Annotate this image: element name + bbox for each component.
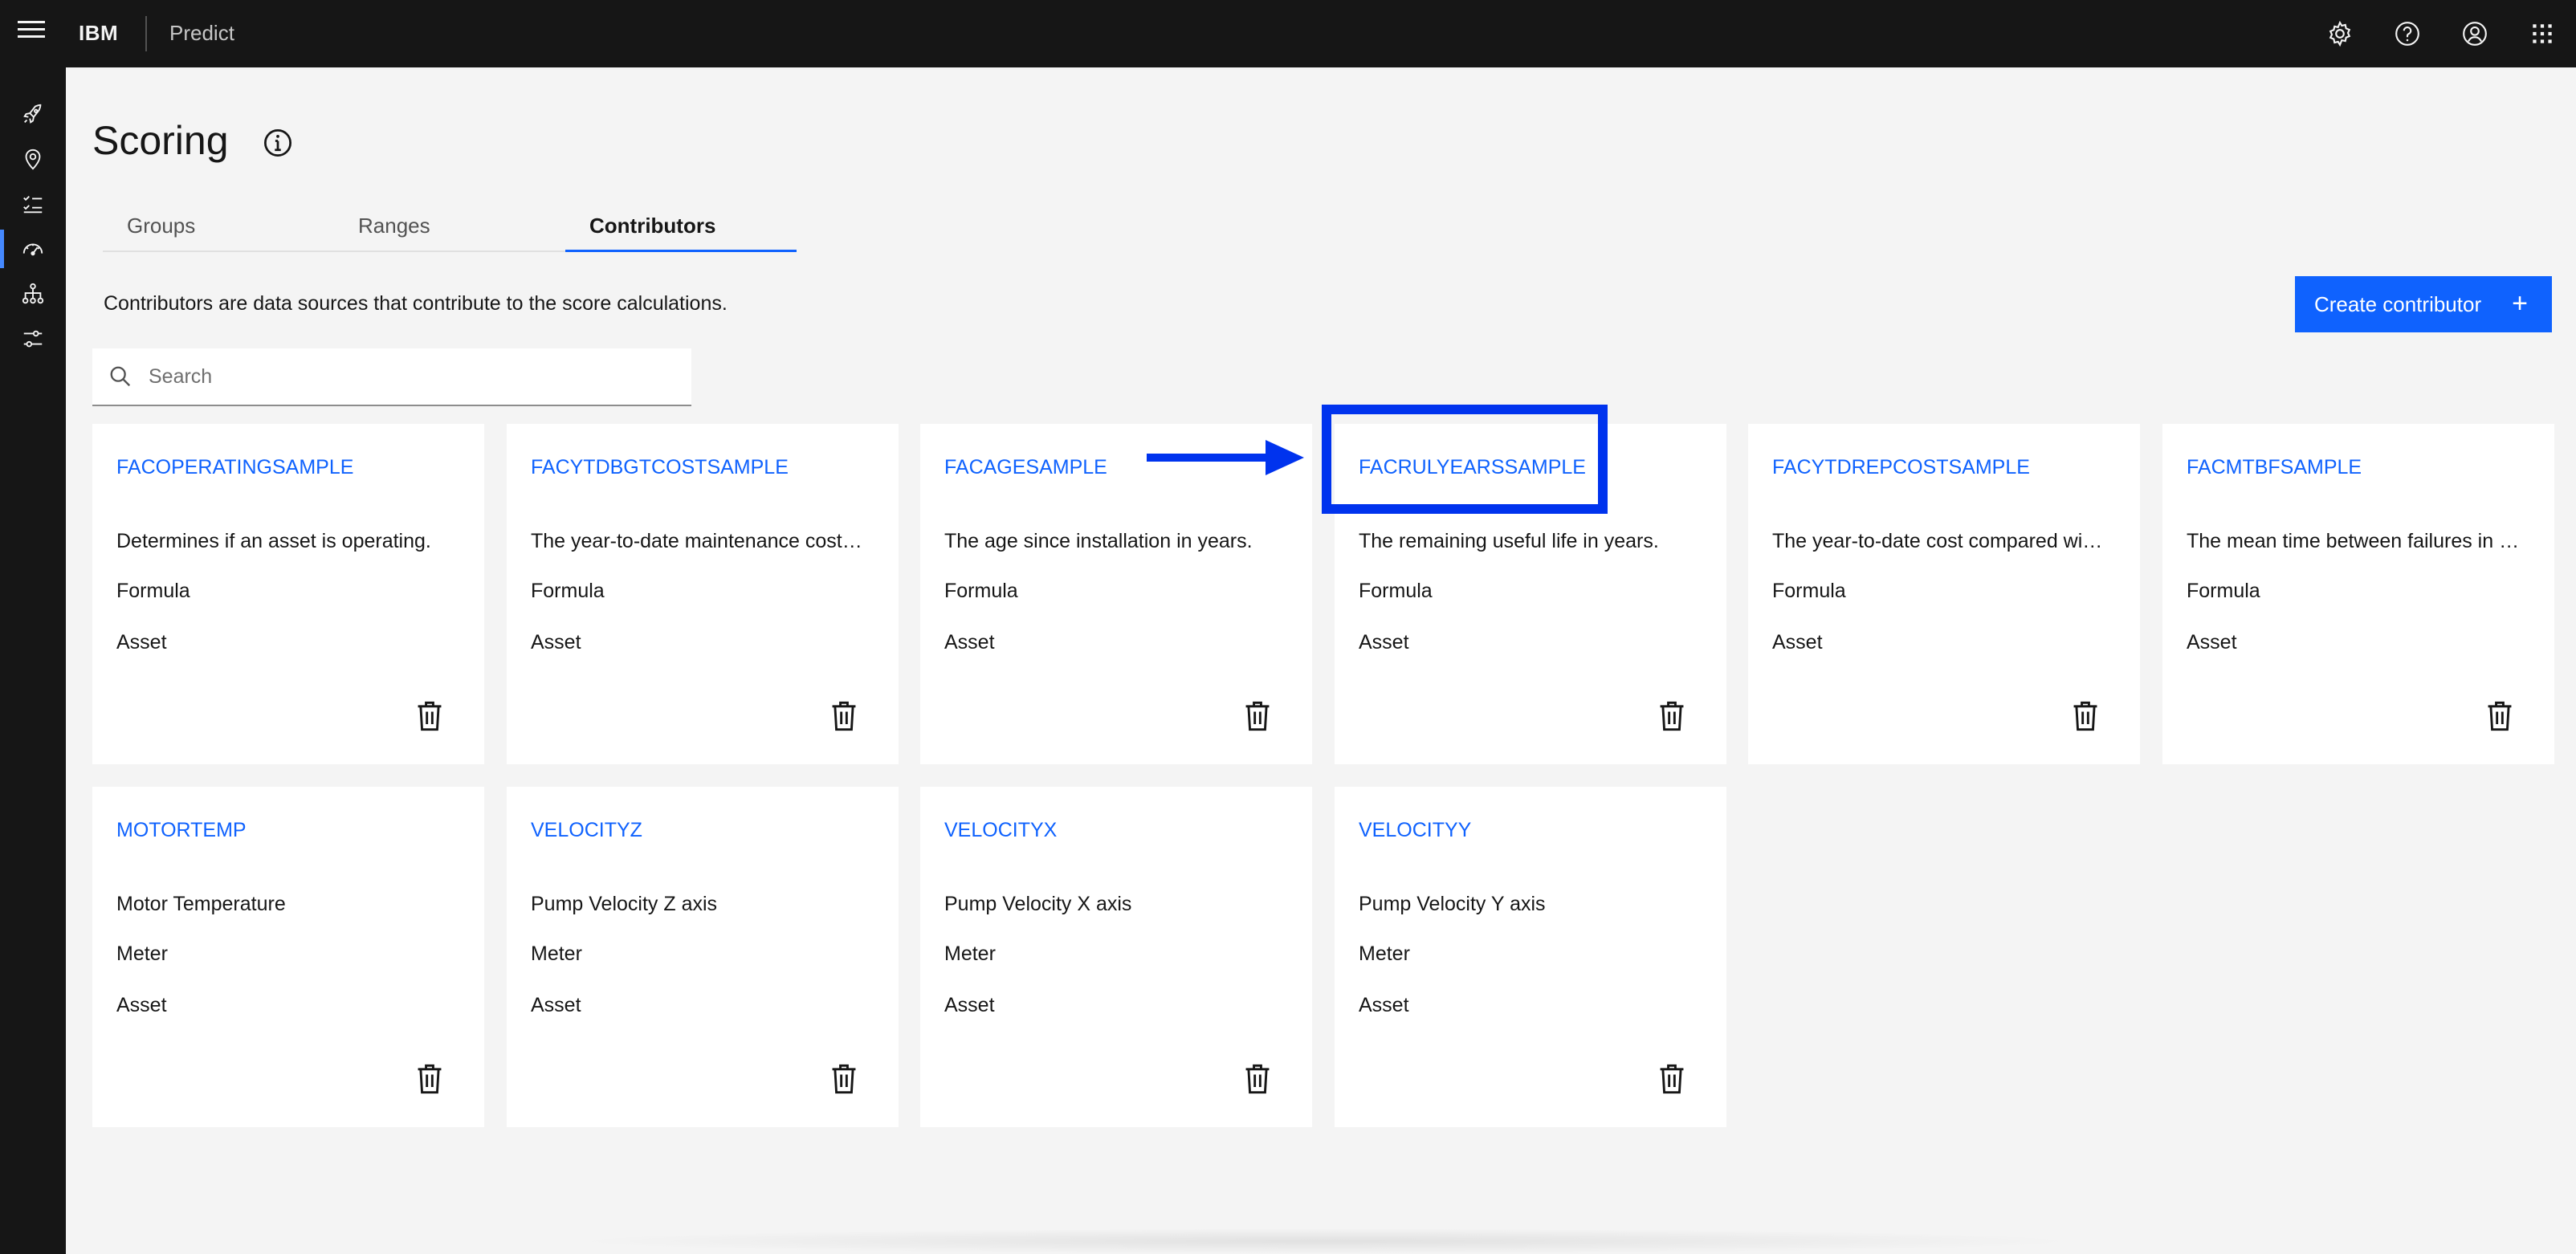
delete-icon[interactable] bbox=[1657, 1063, 1686, 1095]
card-description: The remaining useful life in years. bbox=[1359, 530, 1659, 552]
card-description: The year-to-date cost compared wi… bbox=[1772, 530, 2103, 552]
contributor-card[interactable]: VELOCITYY Pump Velocity Y axis Meter Asset bbox=[1335, 787, 1726, 1127]
delete-icon[interactable] bbox=[2485, 700, 2514, 732]
delete-icon[interactable] bbox=[415, 1063, 444, 1095]
side-navigation bbox=[0, 67, 66, 1254]
info-icon[interactable] bbox=[262, 127, 294, 159]
card-type: Formula bbox=[116, 580, 190, 602]
card-title[interactable]: MOTORTEMP bbox=[116, 819, 247, 842]
nav-hierarchy-icon[interactable] bbox=[0, 271, 66, 316]
tab-list: Groups Ranges Contributors bbox=[103, 207, 797, 252]
card-title[interactable]: FACOPERATINGSAMPLE bbox=[116, 456, 353, 479]
card-title[interactable]: FACYTDREPCOSTSAMPLE bbox=[1772, 456, 2030, 479]
create-contributor-label: Create contributor bbox=[2314, 291, 2482, 316]
nav-dashboard-gauge-icon[interactable] bbox=[0, 226, 66, 271]
card-description: The year-to-date maintenance cost… bbox=[531, 530, 862, 552]
app-switcher-icon[interactable] bbox=[2509, 0, 2576, 67]
annotation-arrow-icon bbox=[1147, 440, 1304, 475]
brand-name[interactable]: IBM bbox=[79, 21, 118, 46]
card-description: Determines if an asset is operating. bbox=[116, 530, 431, 552]
contributor-card[interactable]: FACYTDREPCOSTSAMPLE The year-to-date cost… bbox=[1748, 424, 2140, 764]
card-scope: Asset bbox=[1359, 994, 1409, 1016]
contributor-card[interactable]: VELOCITYX Pump Velocity X axis Meter Asset bbox=[920, 787, 1312, 1127]
card-scope: Asset bbox=[944, 631, 995, 653]
contributor-card[interactable]: FACOPERATINGSAMPLE Determines if an asset… bbox=[92, 424, 484, 764]
card-type: Meter bbox=[944, 943, 996, 965]
card-scope: Asset bbox=[2187, 631, 2237, 653]
create-contributor-button[interactable]: Create contributor + bbox=[2295, 276, 2552, 332]
user-icon[interactable] bbox=[2441, 0, 2509, 67]
top-header: IBM Predict bbox=[0, 0, 2576, 67]
card-description: Motor Temperature bbox=[116, 893, 286, 915]
delete-icon[interactable] bbox=[1243, 1063, 1272, 1095]
card-type: Formula bbox=[531, 580, 605, 602]
card-type: Formula bbox=[1772, 580, 1846, 602]
card-title[interactable]: VELOCITYX bbox=[944, 819, 1057, 842]
help-icon[interactable] bbox=[2374, 0, 2441, 67]
card-title[interactable]: VELOCITYZ bbox=[531, 819, 642, 842]
card-title[interactable]: FACAGESAMPLE bbox=[944, 456, 1107, 479]
card-type: Meter bbox=[1359, 943, 1410, 965]
delete-icon[interactable] bbox=[829, 700, 858, 732]
settings-icon[interactable] bbox=[2306, 0, 2374, 67]
delete-icon[interactable] bbox=[1243, 700, 1272, 732]
card-description: The age since installation in years. bbox=[944, 530, 1253, 552]
card-description: Pump Velocity X axis bbox=[944, 893, 1132, 915]
card-scope: Asset bbox=[1359, 631, 1409, 653]
card-scope: Asset bbox=[531, 631, 581, 653]
contributor-card[interactable]: FACMTBFSAMPLE The mean time between failu… bbox=[2162, 424, 2554, 764]
delete-icon[interactable] bbox=[1657, 700, 1686, 732]
contributor-card[interactable]: MOTORTEMP Motor Temperature Meter Asset bbox=[92, 787, 484, 1127]
card-title[interactable]: FACYTDBGTCOSTSAMPLE bbox=[531, 456, 789, 479]
search-icon bbox=[110, 366, 131, 387]
contributor-card[interactable]: FACRULYEARSSAMPLE The remaining useful li… bbox=[1335, 424, 1726, 764]
tab-ranges[interactable]: Ranges bbox=[334, 207, 565, 252]
page-title: Scoring bbox=[92, 118, 229, 163]
card-scope: Asset bbox=[944, 994, 995, 1016]
nav-location-icon[interactable] bbox=[0, 136, 66, 181]
card-type: Meter bbox=[116, 943, 168, 965]
tab-contributors[interactable]: Contributors bbox=[565, 207, 797, 252]
product-name[interactable]: Predict bbox=[169, 21, 234, 46]
card-scope: Asset bbox=[116, 631, 167, 653]
tab-groups[interactable]: Groups bbox=[103, 207, 334, 252]
bottom-shadow bbox=[562, 1228, 2088, 1254]
menu-icon[interactable] bbox=[18, 21, 45, 47]
card-type: Formula bbox=[2187, 580, 2260, 602]
card-title[interactable]: FACRULYEARSSAMPLE bbox=[1359, 456, 1586, 479]
delete-icon[interactable] bbox=[829, 1063, 858, 1095]
search-input[interactable] bbox=[149, 348, 679, 405]
contributor-card[interactable]: FACYTDBGTCOSTSAMPLE The year-to-date main… bbox=[507, 424, 899, 764]
page-description: Contributors are data sources that contr… bbox=[104, 292, 728, 315]
header-divider bbox=[145, 16, 147, 51]
card-description: Pump Velocity Y axis bbox=[1359, 893, 1546, 915]
card-title[interactable]: VELOCITYY bbox=[1359, 819, 1471, 842]
delete-icon[interactable] bbox=[2071, 700, 2100, 732]
card-type: Formula bbox=[944, 580, 1018, 602]
header-actions bbox=[2306, 0, 2576, 67]
card-scope: Asset bbox=[531, 994, 581, 1016]
card-scope: Asset bbox=[1772, 631, 1823, 653]
card-type: Formula bbox=[1359, 580, 1433, 602]
search-box bbox=[92, 348, 691, 406]
nav-settings-adjust-icon[interactable] bbox=[0, 316, 66, 361]
delete-icon[interactable] bbox=[415, 700, 444, 732]
contributor-card[interactable]: VELOCITYZ Pump Velocity Z axis Meter Asset bbox=[507, 787, 899, 1127]
nav-rocket-icon[interactable] bbox=[0, 92, 66, 136]
plus-icon: + bbox=[2512, 288, 2528, 319]
card-type: Meter bbox=[531, 943, 582, 965]
card-description: Pump Velocity Z axis bbox=[531, 893, 718, 915]
card-scope: Asset bbox=[116, 994, 167, 1016]
card-description: The mean time between failures in … bbox=[2187, 530, 2520, 552]
nav-checklist-icon[interactable] bbox=[0, 181, 66, 226]
card-title[interactable]: FACMTBFSAMPLE bbox=[2187, 456, 2362, 479]
